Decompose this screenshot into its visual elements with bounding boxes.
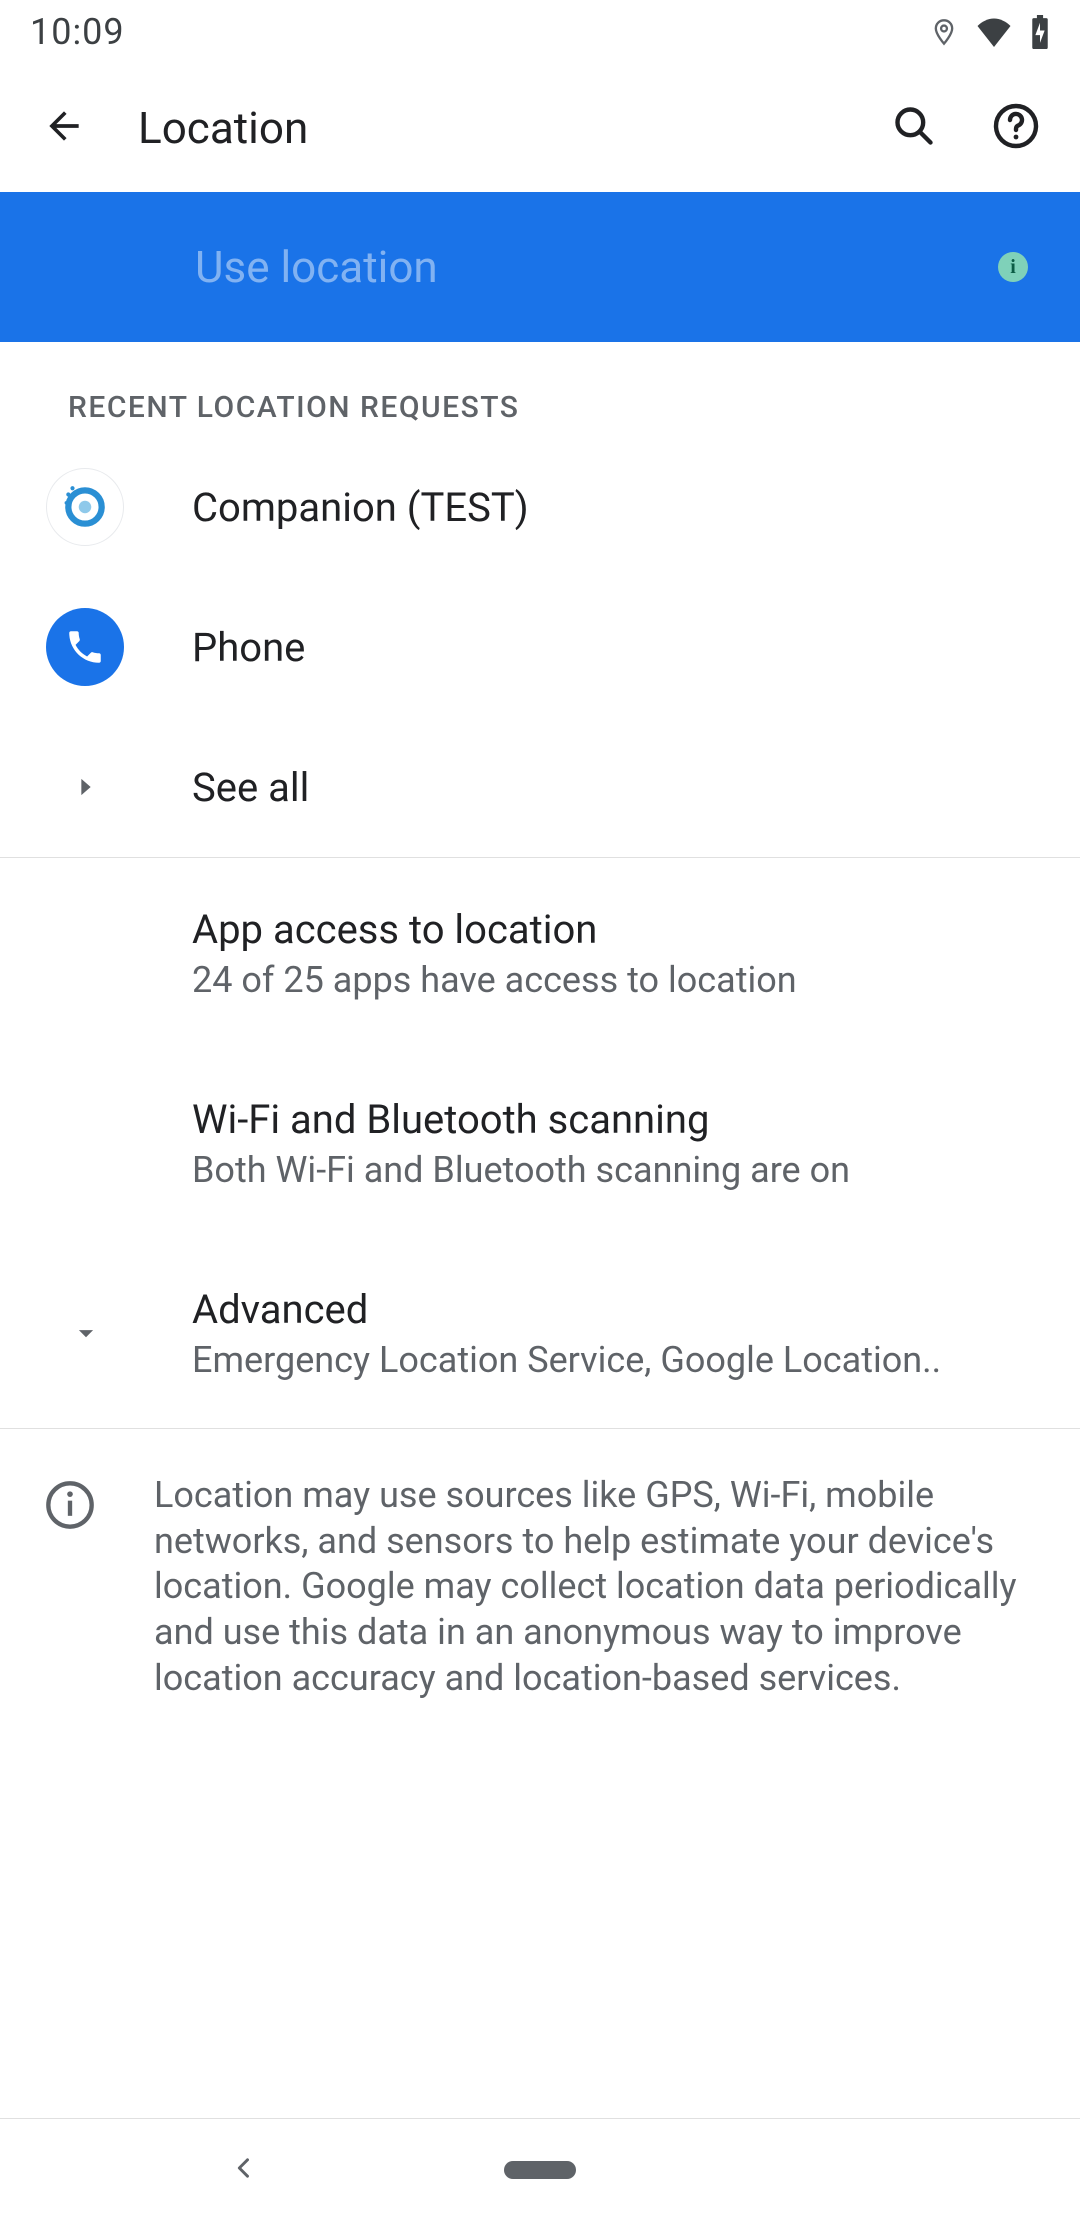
scanning-row[interactable]: Wi-Fi and Bluetooth scanning Both Wi-Fi … [0,1048,1080,1238]
see-all-label: See all [192,764,1032,811]
location-pin-icon [930,15,958,49]
app-access-sub: 24 of 25 apps have access to location [192,959,992,1001]
info-block: Location may use sources like GPS, Wi-Fi… [0,1429,1080,1702]
recent-app-label: Phone [192,624,1032,671]
app-icon-phone [40,602,130,692]
see-all-row[interactable]: See all [0,717,1080,857]
status-time: 10:09 [30,11,125,53]
advanced-sub: Emergency Location Service, Google Locat… [192,1339,992,1381]
info-badge-icon: i [998,252,1028,282]
app-icon-companion [40,462,130,552]
recent-requests-list: Companion (TEST) Phone See all [0,437,1080,857]
arrow-back-icon [42,104,86,152]
app-access-row[interactable]: App access to location 24 of 25 apps hav… [0,858,1080,1048]
chevron-down-icon [56,1288,116,1378]
chevron-right-icon [56,742,116,832]
battery-charging-icon [1030,15,1050,49]
empty-icon [40,908,130,998]
help-circle-icon [992,102,1040,154]
content-area: Use location i RECENT LOCATION REQUESTS … [0,192,1080,2118]
recent-app-label: Companion (TEST) [192,484,1032,531]
status-icons [930,15,1050,49]
advanced-title: Advanced [192,1286,1032,1333]
scanning-sub: Both Wi-Fi and Bluetooth scanning are on [192,1149,992,1191]
search-button[interactable] [878,92,950,164]
app-bar: Location [0,64,1080,192]
system-nav-bar [0,2118,1080,2220]
scanning-title: Wi-Fi and Bluetooth scanning [192,1096,1032,1143]
recent-app-companion[interactable]: Companion (TEST) [0,437,1080,577]
use-location-banner[interactable]: Use location i [0,192,1080,342]
search-icon [892,104,936,152]
use-location-label: Use location [195,241,438,293]
recent-app-phone[interactable]: Phone [0,577,1080,717]
wifi-icon [976,17,1012,47]
empty-icon [40,1098,130,1188]
section-header-recent: RECENT LOCATION REQUESTS [0,342,1080,437]
settings-list: App access to location 24 of 25 apps hav… [0,858,1080,1428]
info-outline-icon [44,1479,96,1531]
back-button[interactable] [28,92,100,164]
nav-back-button[interactable] [230,2154,258,2186]
info-text: Location may use sources like GPS, Wi-Fi… [154,1473,1032,1702]
status-bar: 10:09 [0,0,1080,64]
nav-home-pill[interactable] [504,2161,576,2179]
help-button[interactable] [980,92,1052,164]
app-access-title: App access to location [192,906,1032,953]
advanced-row[interactable]: Advanced Emergency Location Service, Goo… [0,1238,1080,1428]
page-title: Location [138,102,878,154]
